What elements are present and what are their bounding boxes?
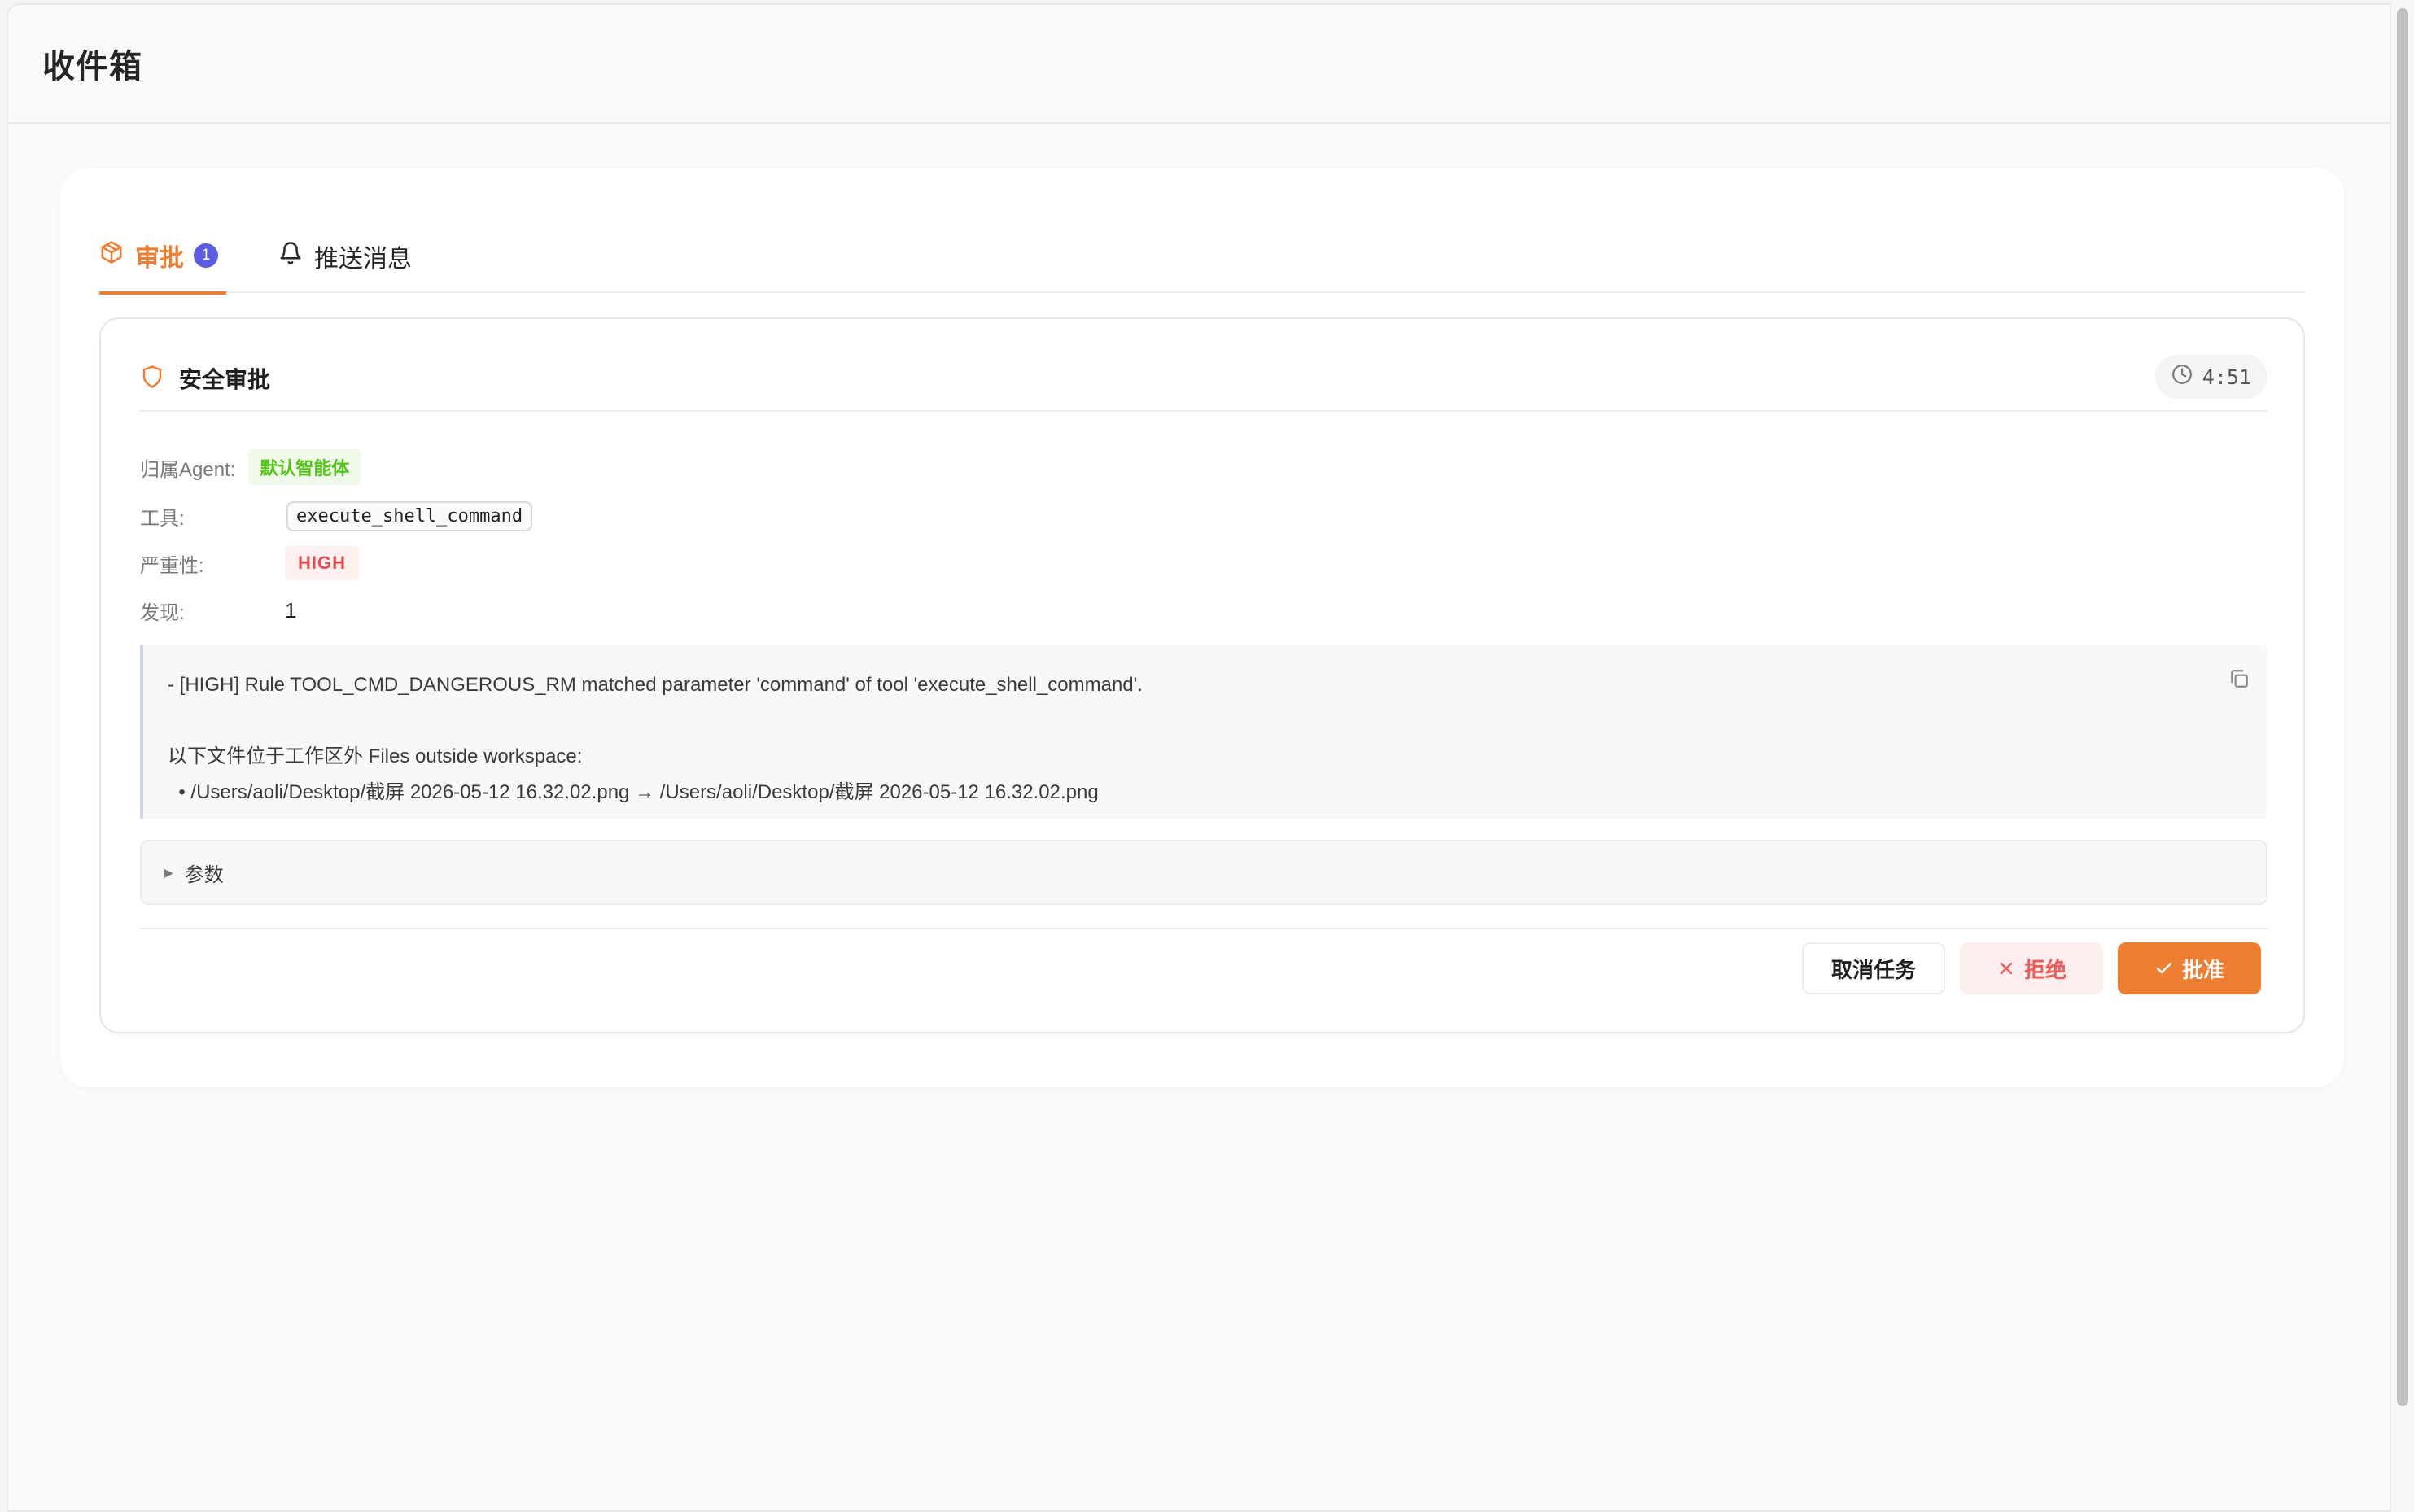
scrollbar-thumb[interactable] [2397,8,2408,1406]
page-header: 收件箱 [8,5,2390,124]
copy-icon[interactable] [2228,666,2250,688]
severity-label: 严重性: [140,554,204,577]
card-title-wrap: 安全审批 [140,358,270,399]
tab-approvals-label: 审批 [135,245,184,272]
cancel-task-label: 取消任务 [1830,957,1916,982]
card-title: 安全审批 [179,367,271,392]
reject-button[interactable]: 拒绝 [1960,942,2103,994]
timer-value: 4:51 [2202,365,2251,389]
approve-button[interactable]: 批准 [2118,942,2261,994]
approvals-count-badge: 1 [194,243,218,268]
tool-row: 工具: execute_shell_command [140,498,628,534]
app-window: 收件箱 审批 1 推送消息 安全审批 4:51 归属Agent: 默认智能体 工… [7,3,2391,1512]
findings-value: 1 [285,597,297,623]
severity-tag: HIGH [285,546,359,580]
page-title: 收件箱 [42,49,142,85]
shield-icon [140,365,164,393]
findings-row: 发现: 1 [140,592,628,628]
countdown-timer: 4:51 [2154,355,2267,399]
close-icon [1996,959,2016,978]
security-approval-card: 安全审批 4:51 归属Agent: 默认智能体 工具: execute_she… [99,317,2305,1033]
tab-push-messages[interactable]: 推送消息 [278,220,412,293]
detail-line-heading: 以下文件位于工作区外 Files outside workspace: [168,745,583,767]
finding-detail-box: - [HIGH] Rule TOOL_CMD_DANGEROUS_RM matc… [140,645,2267,819]
tool-name-code: execute_shell_command [286,500,533,531]
agent-tag: 默认智能体 [248,449,361,485]
tab-approvals[interactable]: 审批 1 [99,220,226,295]
tool-label: 工具: [140,507,185,530]
tab-push-label: 推送消息 [314,246,412,273]
footer-divider [140,928,2267,929]
approve-label: 批准 [2181,957,2224,982]
cancel-task-button[interactable]: 取消任务 [1802,942,1945,994]
inbox-panel: 审批 1 推送消息 安全审批 4:51 归属Agent: 默认智能体 工具: e… [60,168,2344,1087]
detail-line-file: • /Users/aoli/Desktop/截屏 2026-05-12 16.3… [168,781,1099,803]
check-icon [2154,959,2174,978]
findings-label: 发现: [140,601,185,624]
agent-label: 归属Agent: [140,458,236,481]
caret-right-icon: ▶ [164,865,173,879]
package-icon [99,240,124,271]
severity-row: 严重性: HIGH [140,545,628,581]
params-disclosure[interactable]: ▶ 参数 [140,840,2267,905]
clock-icon [2171,364,2193,390]
detail-line-rule: - [HIGH] Rule TOOL_CMD_DANGEROUS_RM matc… [168,674,1143,696]
bell-icon [278,241,303,272]
params-label: 参数 [184,863,224,886]
card-header: 安全审批 4:51 [140,355,2267,412]
tab-bar: 审批 1 推送消息 [99,220,2305,295]
reject-label: 拒绝 [2023,957,2066,982]
agent-row: 归属Agent: 默认智能体 [140,449,628,485]
